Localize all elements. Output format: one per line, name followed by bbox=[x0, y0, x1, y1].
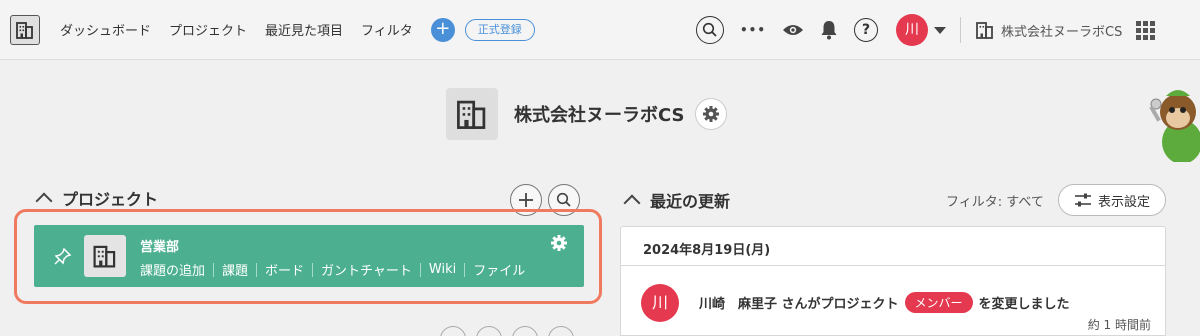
project-card[interactable]: 営業部 課題の追加 課題 ボード ガントチャート Wiki ファイル bbox=[34, 225, 584, 287]
top-nav: ダッシュボード プロジェクト 最近見た項目 フィルタ + 正式登録 ••• ? … bbox=[0, 0, 1200, 60]
nav-dashboard[interactable]: ダッシュボード bbox=[60, 20, 151, 39]
page-title: 株式会社ヌーラボCS bbox=[514, 105, 685, 126]
apps-grid-icon[interactable] bbox=[1136, 20, 1156, 40]
link-add-issue[interactable]: 課題の追加 bbox=[140, 260, 205, 279]
filter-settings-icon bbox=[1074, 193, 1091, 207]
space-header: 株式会社ヌーラボCS bbox=[446, 88, 727, 140]
space-switcher[interactable]: 株式会社ヌーラボCS bbox=[1001, 21, 1122, 40]
project-links: 課題の追加 課題 ボード ガントチャート Wiki ファイル bbox=[140, 260, 525, 279]
pager-dot[interactable] bbox=[440, 326, 466, 336]
pager-dot[interactable] bbox=[548, 326, 574, 336]
divider bbox=[464, 262, 466, 277]
link-gantt[interactable]: ガントチャート bbox=[321, 260, 412, 279]
pager-dot[interactable] bbox=[476, 326, 502, 336]
search-icon[interactable] bbox=[696, 16, 724, 44]
help-icon[interactable]: ? bbox=[854, 18, 879, 42]
update-user: 川崎 麻里子 さんがプロジェクト bbox=[699, 297, 899, 312]
divider bbox=[256, 262, 258, 277]
gear-icon[interactable] bbox=[550, 234, 568, 256]
eye-icon[interactable] bbox=[782, 22, 804, 38]
bell-icon[interactable] bbox=[820, 20, 838, 40]
update-time: 約 1 時間前 bbox=[1087, 318, 1151, 332]
date-heading: 2024年8月19日(月) bbox=[620, 226, 1166, 266]
role-badge: メンバー bbox=[904, 292, 973, 313]
display-settings-button[interactable]: 表示設定 bbox=[1058, 184, 1166, 216]
divider bbox=[312, 262, 314, 277]
chevron-up-icon[interactable] bbox=[623, 194, 641, 212]
building-icon[interactable] bbox=[10, 14, 40, 45]
display-settings-label: 表示設定 bbox=[1097, 194, 1150, 210]
building-icon bbox=[975, 20, 995, 40]
update-text: 川崎 麻里子 さんがプロジェクト メンバー を変更しました bbox=[699, 292, 1070, 313]
mascot-illustration bbox=[1148, 82, 1200, 164]
divider bbox=[960, 17, 962, 43]
building-icon bbox=[446, 88, 498, 140]
pager-dot[interactable] bbox=[512, 326, 538, 336]
updates-header[interactable]: 最近の更新 bbox=[623, 188, 731, 212]
divider bbox=[419, 262, 421, 277]
link-wiki[interactable]: Wiki bbox=[429, 262, 456, 277]
projects-header[interactable]: プロジェクト bbox=[35, 186, 159, 210]
more-icon[interactable]: ••• bbox=[740, 23, 766, 37]
divider bbox=[213, 262, 215, 277]
update-item[interactable]: 川 川崎 麻里子 さんがプロジェクト メンバー を変更しました 約 1 時間前 bbox=[620, 266, 1166, 336]
project-name[interactable]: 営業部 bbox=[140, 236, 179, 255]
nav-filter[interactable]: フィルタ bbox=[361, 20, 413, 39]
section-title-updates: 最近の更新 bbox=[650, 192, 731, 211]
section-title-projects: プロジェクト bbox=[62, 190, 159, 209]
user-avatar[interactable]: 川 bbox=[896, 14, 929, 46]
chevron-down-icon[interactable] bbox=[934, 26, 947, 34]
filter-selector[interactable]: フィルタ: すべて bbox=[946, 191, 1044, 210]
avatar[interactable]: 川 bbox=[641, 284, 679, 322]
link-files[interactable]: ファイル bbox=[473, 260, 525, 279]
nav-projects[interactable]: プロジェクト bbox=[169, 20, 247, 39]
add-button[interactable]: + bbox=[430, 17, 455, 42]
update-action: を変更しました bbox=[978, 297, 1070, 312]
nav-recent[interactable]: 最近見た項目 bbox=[265, 20, 343, 39]
link-issues[interactable]: 課題 bbox=[222, 260, 248, 279]
building-icon bbox=[84, 235, 126, 277]
link-board[interactable]: ボード bbox=[265, 260, 304, 279]
pin-icon[interactable] bbox=[54, 247, 72, 269]
chevron-up-icon[interactable] bbox=[35, 192, 53, 210]
register-button[interactable]: 正式登録 bbox=[464, 18, 535, 41]
gear-icon[interactable] bbox=[694, 98, 727, 130]
